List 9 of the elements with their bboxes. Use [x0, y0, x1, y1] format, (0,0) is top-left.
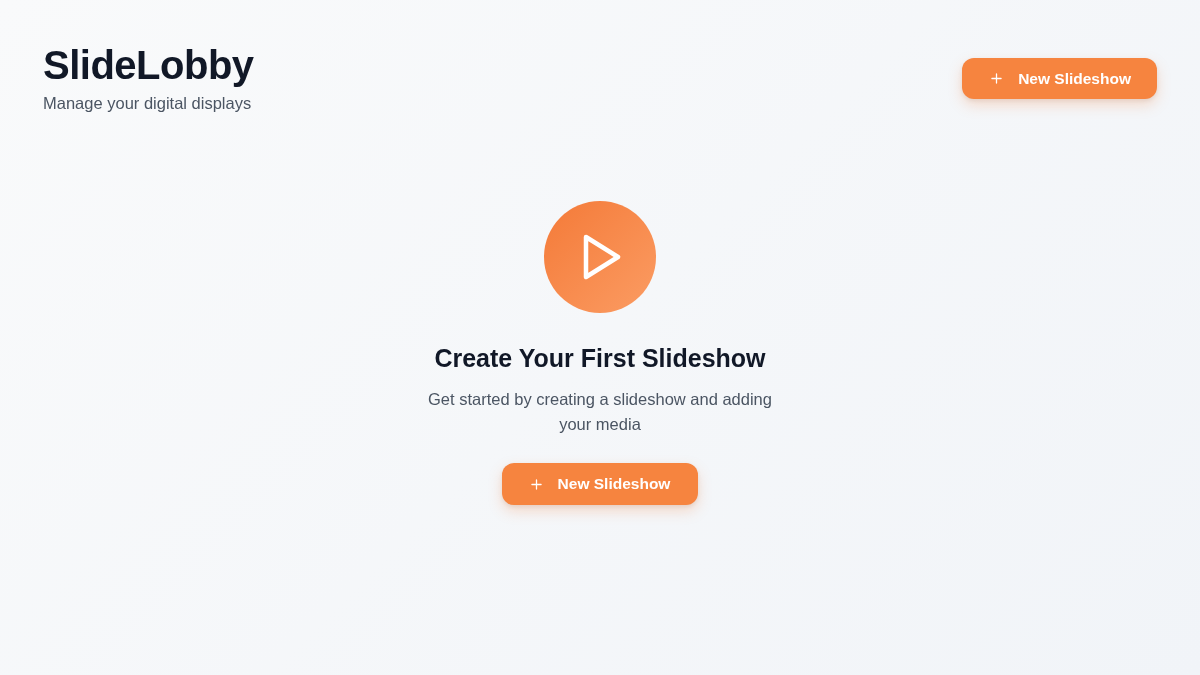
- empty-state-text: Get started by creating a slideshow and adding your media: [427, 389, 773, 435]
- play-icon: [544, 201, 656, 313]
- plus-icon: [991, 73, 1003, 84]
- new-slideshow-button[interactable]: New Slideshow: [962, 58, 1157, 99]
- app-subtitle: Manage your digital displays: [43, 94, 253, 113]
- empty-state-heading: Create Your First Slideshow: [434, 343, 766, 373]
- plus-icon: [530, 478, 542, 490]
- app-title: SlideLobby: [43, 42, 254, 88]
- new-slideshow-button[interactable]: New Slideshow: [501, 463, 699, 505]
